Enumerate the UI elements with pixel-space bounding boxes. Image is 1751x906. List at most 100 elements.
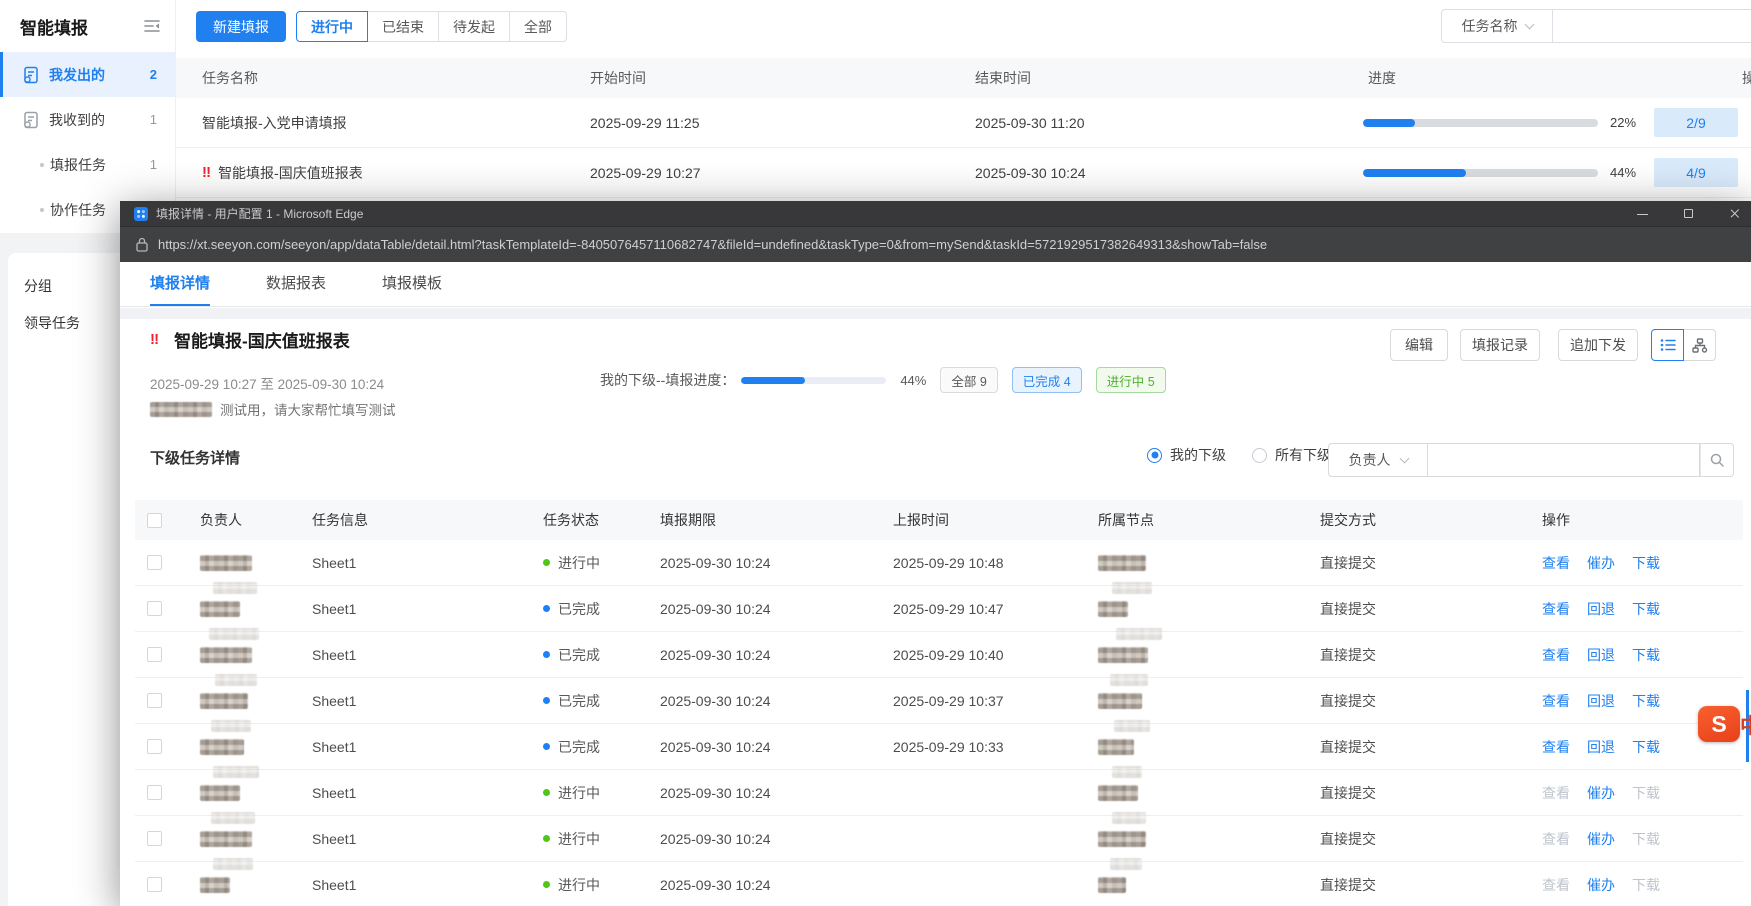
badge-in-progress[interactable]: 进行中 5 — [1096, 367, 1166, 393]
sidebar-header: 智能填报 — [0, 0, 175, 52]
radio-my-subordinates[interactable]: 我的下级 — [1147, 445, 1226, 465]
browser-urlbar[interactable]: https://xt.seeyon.com/seeyon/app/dataTab… — [120, 226, 1751, 262]
close-icon[interactable] — [1728, 207, 1741, 220]
status-dot-icon — [543, 881, 550, 888]
ime-chinese-mode-label: 中 — [1740, 710, 1751, 740]
edit-button[interactable]: 编辑 — [1390, 329, 1448, 361]
tab-template[interactable]: 填报模板 — [382, 262, 442, 306]
owner-filter-label: 负责人 — [1349, 450, 1391, 470]
minimize-icon[interactable] — [1636, 207, 1649, 220]
screen: 智能填报 我发出的 2 — [0, 0, 1751, 906]
view-link[interactable]: 查看 — [1542, 553, 1570, 573]
column-header: 填报期限 — [647, 500, 877, 540]
sogou-ime-icon[interactable]: S — [1698, 706, 1740, 742]
badge-all[interactable]: 全部 9 — [940, 367, 997, 393]
fill-record-button[interactable]: 填报记录 — [1460, 329, 1540, 361]
submit-method: 直接提交 — [1304, 724, 1526, 769]
radio-all-subordinates[interactable]: 所有下级 — [1252, 445, 1331, 465]
download-link[interactable]: 下载 — [1632, 783, 1660, 803]
rollback-link[interactable]: 回退 — [1587, 599, 1615, 619]
new-report-button[interactable]: 新建填报 — [196, 11, 286, 42]
list-view-icon[interactable] — [1651, 329, 1684, 361]
detail-title-row: ‼ 智能填报-国庆值班报表 — [150, 327, 350, 352]
filter-tab-all[interactable]: 全部 — [509, 11, 567, 42]
rollback-link[interactable]: 回退 — [1587, 737, 1615, 757]
download-link[interactable]: 下载 — [1632, 645, 1660, 665]
org-view-icon[interactable] — [1683, 329, 1716, 361]
download-link[interactable]: 下载 — [1632, 829, 1660, 849]
maximize-icon[interactable] — [1682, 207, 1695, 220]
row-checkbox[interactable] — [147, 693, 162, 708]
download-link[interactable]: 下载 — [1632, 875, 1660, 895]
view-link[interactable]: 查看 — [1542, 645, 1570, 665]
view-link[interactable]: 查看 — [1542, 783, 1570, 803]
select-all-checkbox[interactable] — [147, 513, 162, 528]
table-row: Sheet1 已完成 2025-09-30 10:24 2025-09-29 1… — [135, 632, 1743, 678]
progress-label: 我的下级--填报进度： — [600, 370, 735, 390]
task-name[interactable]: 智能填报-国庆值班报表 — [218, 163, 363, 183]
row-checkbox[interactable] — [147, 647, 162, 662]
row-checkbox[interactable] — [147, 785, 162, 800]
owner-filter-select[interactable]: 负责人 — [1328, 443, 1428, 477]
urge-link[interactable]: 催办 — [1587, 875, 1615, 895]
filter-tab-finished[interactable]: 已结束 — [367, 11, 439, 42]
download-link[interactable]: 下载 — [1632, 599, 1660, 619]
sidebar-item-my-sent[interactable]: 我发出的 2 — [0, 52, 175, 97]
deadline: 2025-09-30 10:24 — [647, 724, 877, 769]
sidebar-item-my-received[interactable]: 我收到的 1 — [0, 97, 175, 142]
download-link[interactable]: 下载 — [1632, 553, 1660, 573]
report-time — [877, 816, 1082, 861]
urge-link[interactable]: 催办 — [1587, 553, 1615, 573]
row-checkbox[interactable] — [147, 877, 162, 892]
tab-detail[interactable]: 填报详情 — [150, 262, 210, 306]
search-field-select[interactable]: 任务名称 — [1441, 9, 1553, 43]
badge-completed[interactable]: 已完成 4 — [1012, 367, 1082, 393]
append-dispatch-button[interactable]: 追加下发 — [1558, 329, 1638, 361]
view-link[interactable]: 查看 — [1542, 599, 1570, 619]
task-name[interactable]: 智能填报-入党申请填报 — [202, 113, 347, 133]
view-link[interactable]: 查看 — [1542, 875, 1570, 895]
task-info: Sheet1 — [297, 632, 525, 677]
tab-data-report[interactable]: 数据报表 — [266, 262, 326, 306]
urge-link[interactable]: 催办 — [1587, 829, 1615, 849]
column-header: 任务状态 — [525, 500, 647, 540]
redacted-name — [200, 877, 230, 893]
status-dot-icon — [543, 651, 550, 658]
submit-method: 直接提交 — [1304, 816, 1526, 861]
column-header: 操作 — [1740, 58, 1751, 98]
row-checkbox[interactable] — [147, 831, 162, 846]
column-header: 任务名称 — [176, 58, 564, 98]
end-time: 2025-09-30 10:24 — [949, 148, 1342, 197]
collapse-sidebar-icon[interactable] — [143, 18, 161, 34]
download-link[interactable]: 下载 — [1632, 691, 1660, 711]
bullet-dot-icon — [40, 163, 44, 167]
download-link[interactable]: 下载 — [1632, 737, 1660, 757]
view-link[interactable]: 查看 — [1542, 691, 1570, 711]
view-link[interactable]: 查看 — [1542, 829, 1570, 849]
table-row: Sheet1 进行中 2025-09-30 10:24 直接提交 查看 催办 下… — [135, 816, 1743, 862]
window-titlebar[interactable]: 填报详情 - 用户配置 1 - Microsoft Edge — [120, 201, 1751, 226]
tabs-divider-band — [120, 308, 1751, 319]
row-checkbox[interactable] — [147, 739, 162, 754]
rollback-link[interactable]: 回退 — [1587, 645, 1615, 665]
table-row: Sheet1 已完成 2025-09-30 10:24 2025-09-29 1… — [135, 724, 1743, 770]
task-row[interactable]: ‼ 智能填报-国庆值班报表 2025-09-29 10:27 2025-09-3… — [176, 148, 1751, 198]
filter-tab-pending[interactable]: 待发起 — [438, 11, 510, 42]
sidebar-item-fill-tasks[interactable]: 填报任务 1 — [0, 142, 175, 187]
task-row[interactable]: 智能填报-入党申请填报 2025-09-29 11:25 2025-09-30 … — [176, 98, 1751, 148]
filter-tab-ongoing[interactable]: 进行中 — [296, 11, 368, 42]
view-link[interactable]: 查看 — [1542, 737, 1570, 757]
search-button[interactable] — [1700, 443, 1734, 477]
row-checkbox[interactable] — [147, 555, 162, 570]
submit-method: 直接提交 — [1304, 632, 1526, 677]
task-search-input[interactable] — [1553, 9, 1751, 43]
progress-bar — [1363, 169, 1598, 177]
count-badge[interactable]: 4/9 — [1654, 158, 1738, 187]
owner-search-input[interactable] — [1428, 443, 1700, 477]
url-text[interactable]: https://xt.seeyon.com/seeyon/app/dataTab… — [158, 237, 1718, 252]
row-checkbox[interactable] — [147, 601, 162, 616]
redacted-node — [1098, 785, 1138, 801]
rollback-link[interactable]: 回退 — [1587, 691, 1615, 711]
urge-link[interactable]: 催办 — [1587, 783, 1615, 803]
count-badge[interactable]: 2/9 — [1654, 108, 1738, 137]
